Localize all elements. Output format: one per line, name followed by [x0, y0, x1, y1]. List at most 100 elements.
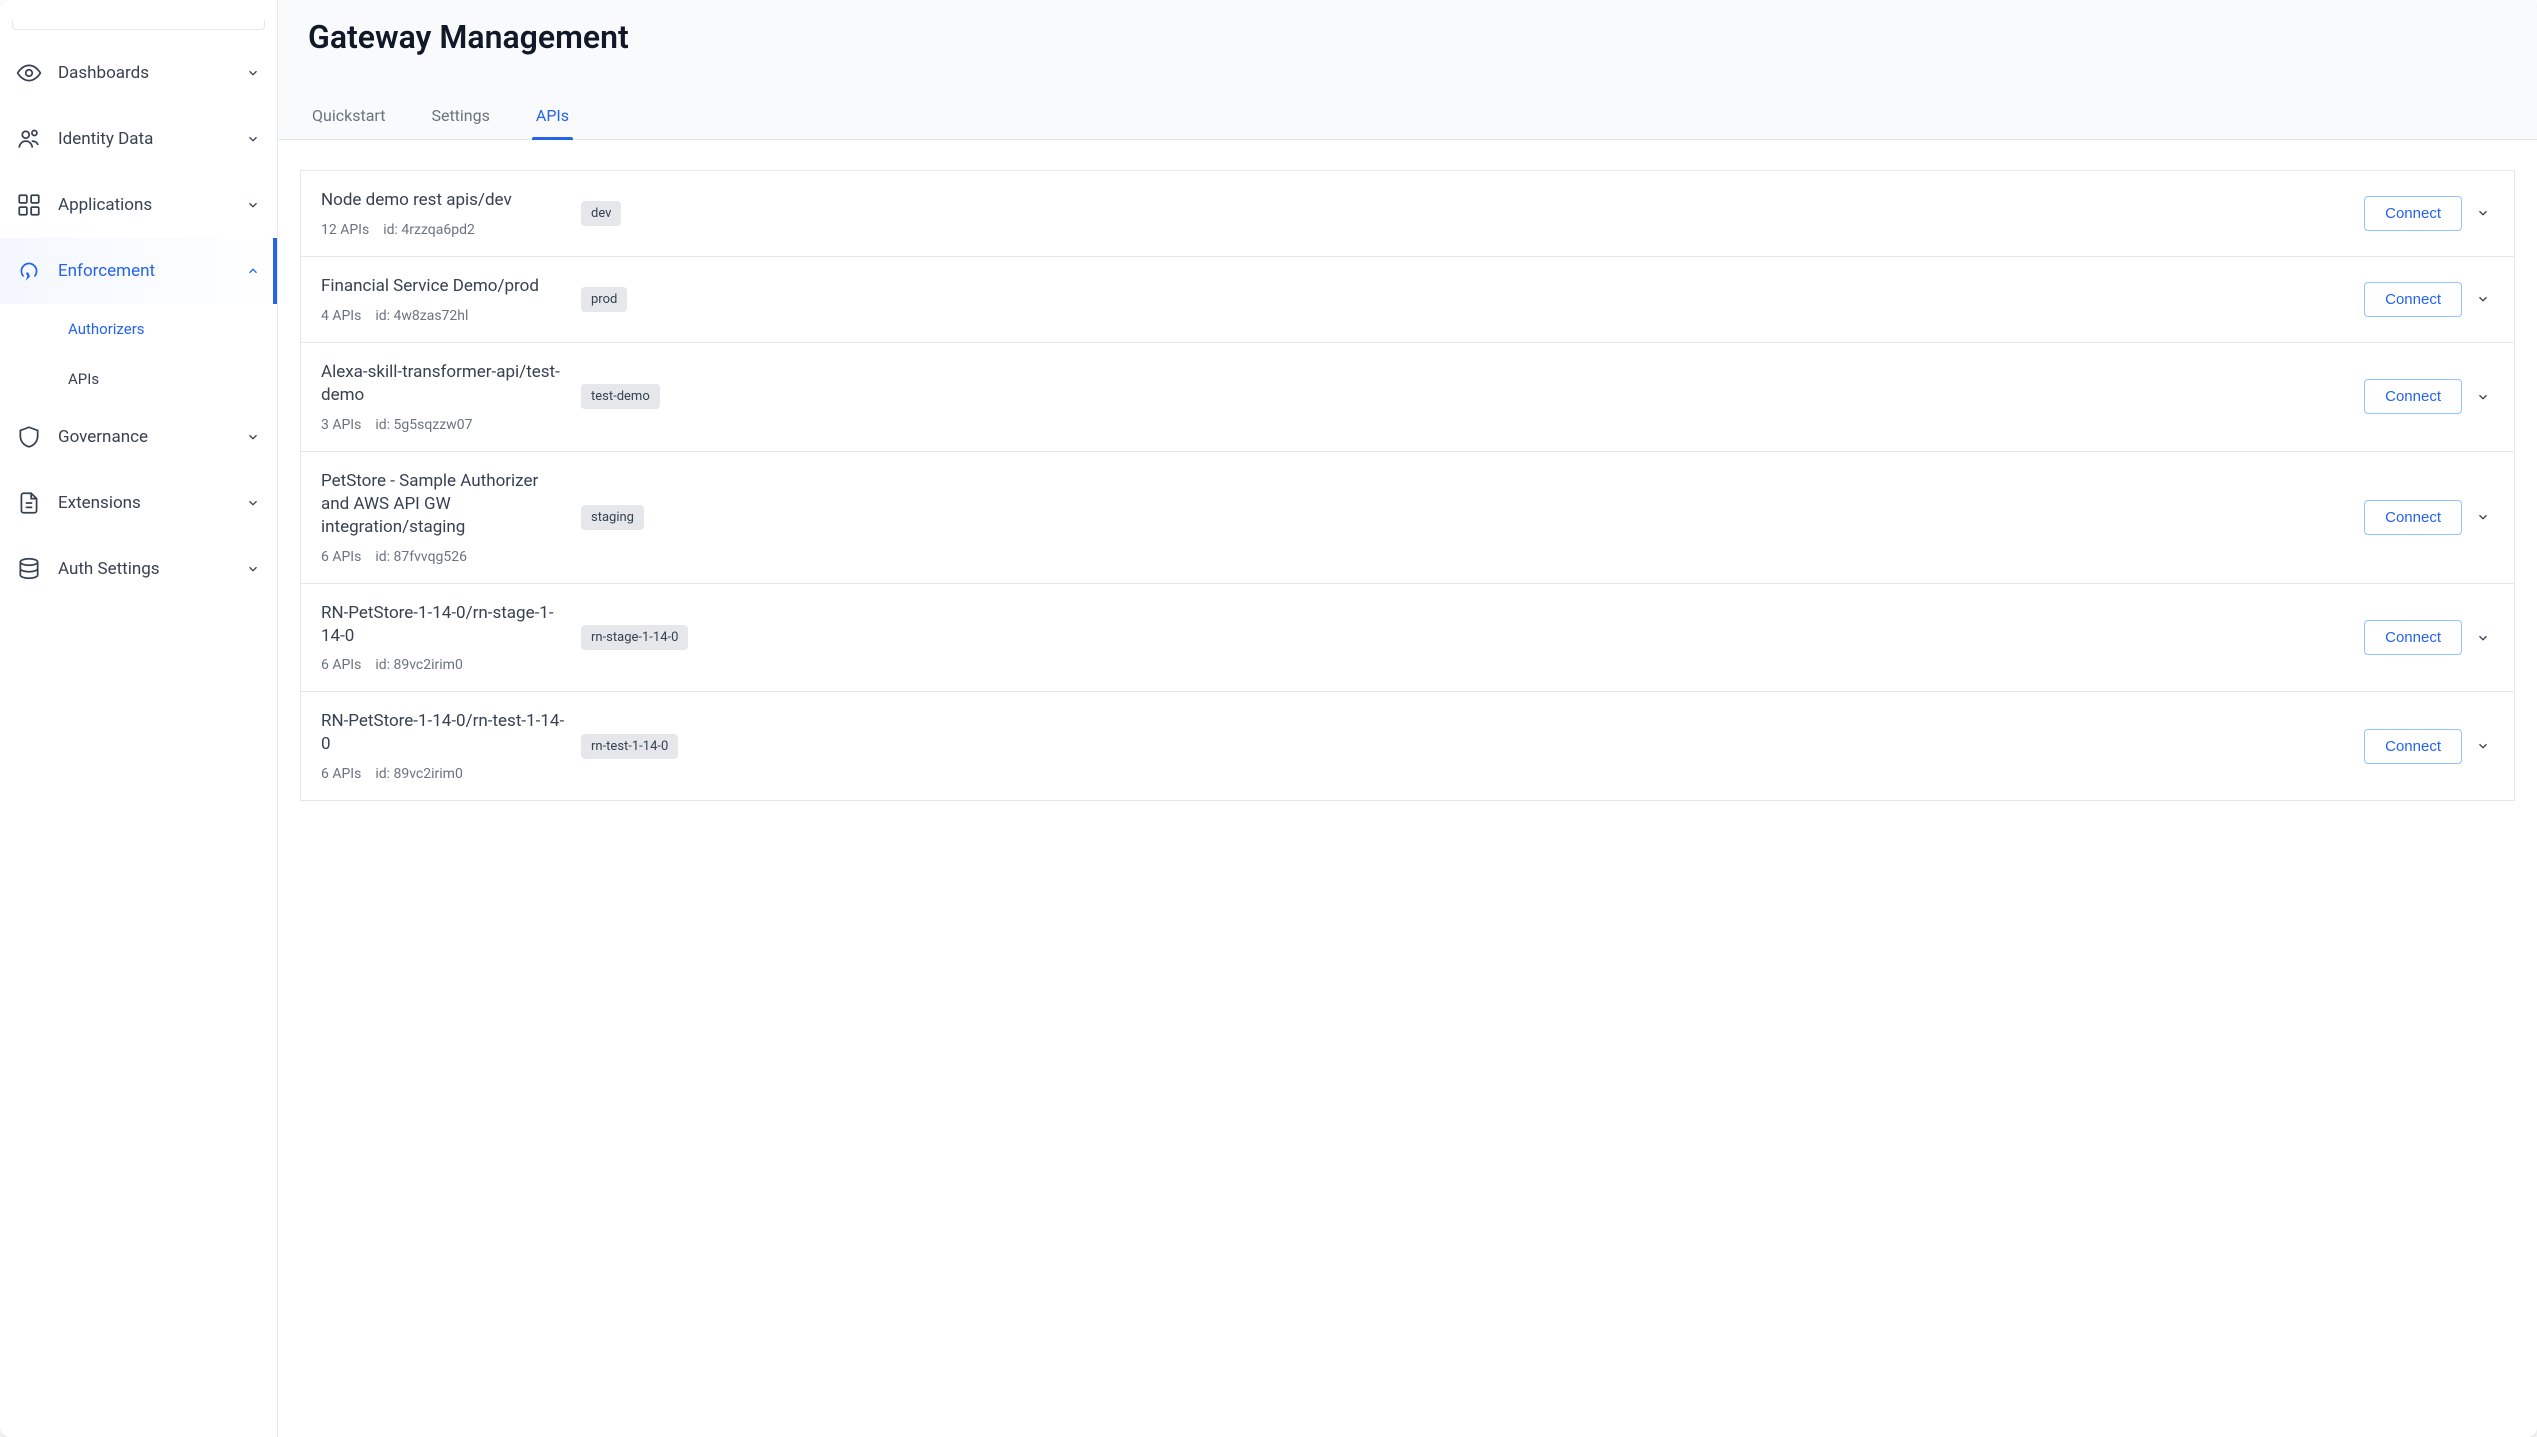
- api-count: 6 APIs: [321, 657, 361, 673]
- stage-badge: staging: [581, 505, 644, 530]
- api-title: Financial Service Demo/prod: [321, 275, 565, 298]
- api-count: 6 APIs: [321, 766, 361, 782]
- api-actions: Connect: [2364, 379, 2494, 414]
- api-actions: Connect: [2364, 620, 2494, 655]
- api-title: RN-PetStore-1-14-0/rn-stage-1-14-0: [321, 602, 565, 648]
- tab-apis[interactable]: APIs: [532, 96, 573, 139]
- sidebar-item-label: Extensions: [58, 493, 229, 513]
- api-title: RN-PetStore-1-14-0/rn-test-1-14-0: [321, 710, 565, 756]
- api-row-info: Node demo rest apis/dev 12 APIsid: 4rzzqa…: [321, 189, 581, 238]
- tab-bar: Quickstart Settings APIs: [278, 96, 2537, 140]
- sidebar-item-governance[interactable]: Governance: [0, 404, 277, 470]
- sidebar-subitem-apis[interactable]: APIs: [60, 354, 277, 404]
- sidebar-item-authsettings[interactable]: Auth Settings: [0, 536, 277, 602]
- api-row-info: PetStore - Sample Authorizer and AWS API…: [321, 470, 581, 565]
- api-badge-wrap: staging: [581, 505, 2364, 530]
- api-badge-wrap: rn-stage-1-14-0: [581, 625, 2364, 650]
- chevron-down-icon: [245, 495, 261, 511]
- api-actions: Connect: [2364, 196, 2494, 231]
- tab-quickstart[interactable]: Quickstart: [308, 96, 389, 139]
- main-panel: Gateway Management Quickstart Settings API…: [278, 0, 2537, 1437]
- api-meta: 6 APIs id: 89vc2irim0: [321, 766, 565, 782]
- sidebar-item-label: Applications: [58, 195, 229, 215]
- chevron-down-icon: [245, 131, 261, 147]
- sidebar-submenu-enforcement: AuthorizersAPIs: [0, 304, 277, 404]
- api-badge-wrap: dev: [581, 201, 2364, 226]
- connect-button[interactable]: Connect: [2364, 620, 2462, 655]
- app-root: Dashboards Identity Data Applications Enfor…: [0, 0, 2537, 1437]
- document-icon: [16, 490, 42, 516]
- api-row: RN-PetStore-1-14-0/rn-test-1-14-0 6 APIs i…: [300, 691, 2515, 801]
- sidebar-item-label: Enforcement: [58, 261, 229, 281]
- api-list: Node demo rest apis/dev 12 APIsid: 4rzzqa…: [278, 140, 2537, 1437]
- tab-settings[interactable]: Settings: [427, 96, 493, 139]
- stage-badge: dev: [581, 201, 621, 226]
- api-row: Alexa-skill-transformer-api/test-demo 3 A…: [300, 342, 2515, 451]
- sidebar-item-applications[interactable]: Applications: [0, 172, 277, 238]
- api-meta: 4 APIs id: 4w8zas72hl: [321, 308, 565, 324]
- identity-icon: [16, 126, 42, 152]
- api-count: 4 APIs: [321, 308, 361, 324]
- row-expand-toggle[interactable]: [2472, 506, 2494, 528]
- sidebar-subitem-authorizers[interactable]: Authorizers: [60, 304, 277, 354]
- sidebar-item-label: Auth Settings: [58, 559, 229, 579]
- api-id: id: 89vc2irim0: [375, 657, 463, 673]
- api-badge-wrap: rn-test-1-14-0: [581, 734, 2364, 759]
- row-expand-toggle[interactable]: [2472, 627, 2494, 649]
- api-actions: Connect: [2364, 729, 2494, 764]
- row-expand-toggle[interactable]: [2472, 735, 2494, 757]
- row-expand-toggle[interactable]: [2472, 288, 2494, 310]
- page-title: Gateway Management: [278, 0, 2537, 96]
- api-meta: 6 APIs id: 87fvvqg526: [321, 549, 565, 565]
- sidebar-item-label: Identity Data: [58, 129, 229, 149]
- connect-button[interactable]: Connect: [2364, 196, 2462, 231]
- stage-badge: test-demo: [581, 384, 660, 409]
- sidebar-item-identity[interactable]: Identity Data: [0, 106, 277, 172]
- api-meta: 12 APIsid: 4rzzqa6pd2: [321, 222, 565, 238]
- api-actions: Connect: [2364, 500, 2494, 535]
- chevron-up-icon: [245, 263, 261, 279]
- sidebar-item-label: Dashboards: [58, 63, 229, 83]
- api-id: id: 5g5sqzzw07: [375, 417, 472, 433]
- stage-badge: prod: [581, 287, 627, 312]
- api-meta: 3 APIs id: 5g5sqzzw07: [321, 417, 565, 433]
- chevron-down-icon: [245, 561, 261, 577]
- api-meta: 6 APIs id: 89vc2irim0: [321, 657, 565, 673]
- api-count: 6 APIs: [321, 549, 361, 565]
- api-row-info: RN-PetStore-1-14-0/rn-test-1-14-0 6 APIs i…: [321, 710, 581, 782]
- connect-button[interactable]: Connect: [2364, 500, 2462, 535]
- enforcement-icon: [16, 258, 42, 284]
- search-box-partial[interactable]: [12, 20, 265, 30]
- api-row: Node demo rest apis/dev 12 APIsid: 4rzzqa…: [300, 170, 2515, 256]
- api-id: id: 89vc2irim0: [375, 766, 463, 782]
- api-row: Financial Service Demo/prod 4 APIs id: 4w8…: [300, 256, 2515, 342]
- stage-badge: rn-test-1-14-0: [581, 734, 678, 759]
- api-row-info: RN-PetStore-1-14-0/rn-stage-1-14-0 6 APIs…: [321, 602, 581, 674]
- api-badge-wrap: prod: [581, 287, 2364, 312]
- api-badge-wrap: test-demo: [581, 384, 2364, 409]
- api-title: Node demo rest apis/dev: [321, 189, 565, 212]
- api-row-info: Financial Service Demo/prod 4 APIs id: 4w8…: [321, 275, 581, 324]
- chevron-down-icon: [245, 429, 261, 445]
- api-title: Alexa-skill-transformer-api/test-demo: [321, 361, 565, 407]
- sidebar-item-extensions[interactable]: Extensions: [0, 470, 277, 536]
- sidebar-item-enforcement[interactable]: Enforcement: [0, 238, 277, 304]
- connect-button[interactable]: Connect: [2364, 729, 2462, 764]
- chevron-down-icon: [245, 65, 261, 81]
- api-count: 3 APIs: [321, 417, 361, 433]
- row-expand-toggle[interactable]: [2472, 386, 2494, 408]
- api-count: 12 APIs: [321, 222, 369, 238]
- api-id: id: 87fvvqg526: [375, 549, 467, 565]
- connect-button[interactable]: Connect: [2364, 282, 2462, 317]
- eye-icon: [16, 60, 42, 86]
- api-id: id: 4w8zas72hl: [375, 308, 468, 324]
- shield-icon: [16, 424, 42, 450]
- api-actions: Connect: [2364, 282, 2494, 317]
- connect-button[interactable]: Connect: [2364, 379, 2462, 414]
- sidebar-item-label: Governance: [58, 427, 229, 447]
- sidebar-item-dashboards[interactable]: Dashboards: [0, 40, 277, 106]
- sidebar: Dashboards Identity Data Applications Enfor…: [0, 0, 278, 1437]
- api-row: PetStore - Sample Authorizer and AWS API…: [300, 451, 2515, 583]
- row-expand-toggle[interactable]: [2472, 202, 2494, 224]
- stage-badge: rn-stage-1-14-0: [581, 625, 688, 650]
